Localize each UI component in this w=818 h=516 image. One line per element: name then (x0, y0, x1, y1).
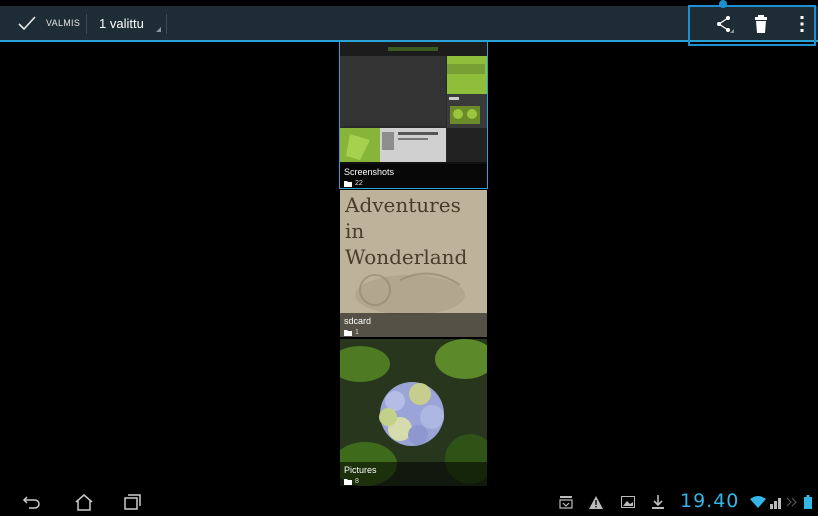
warning-icon[interactable] (588, 494, 604, 510)
done-label: VALMIS (46, 18, 81, 28)
album-name: sdcard (344, 316, 372, 326)
album-count-value: 1 (355, 329, 359, 336)
cover-text: Adventures in Wonderland (345, 192, 487, 270)
album-name: Screenshots (344, 167, 395, 177)
back-icon (22, 496, 40, 509)
album-sdcard[interactable]: Adventures in Wonderland sdcard 1 (340, 190, 487, 337)
album-count-value: 22 (355, 180, 363, 187)
chevron-right-icon (784, 494, 800, 510)
wifi-icon[interactable] (750, 494, 766, 510)
gallery-icon[interactable] (620, 494, 636, 510)
back-button[interactable] (20, 491, 44, 513)
dropdown-indicator-icon (156, 27, 161, 32)
album-name: Pictures (344, 465, 377, 475)
album-count-value: 8 (355, 478, 359, 485)
album-count: 22 (344, 180, 363, 187)
recent-apps-button[interactable] (120, 491, 144, 513)
selection-dropdown[interactable]: 1 valittu (95, 6, 165, 40)
signal-icon[interactable] (768, 494, 784, 510)
selection-label: 1 valittu (99, 15, 144, 31)
battery-icon[interactable] (800, 494, 816, 510)
divider (166, 14, 167, 34)
home-icon (75, 494, 93, 511)
check-icon (18, 16, 36, 31)
recent-apps-icon (124, 494, 141, 510)
divider (86, 14, 87, 34)
cover-line-2: in Wonderland (345, 219, 468, 269)
cover-line-1: Adventures (345, 193, 461, 217)
folder-icon (344, 329, 352, 336)
home-button[interactable] (72, 491, 96, 513)
album-screenshots[interactable]: Screenshots 22 (339, 41, 488, 189)
system-bar: 19.40 (0, 488, 818, 516)
actions-highlight (688, 5, 816, 46)
album-count: 8 (344, 478, 359, 485)
highlight-marker (719, 0, 727, 8)
album-pictures[interactable]: Pictures 8 (340, 339, 487, 486)
album-count: 1 (344, 329, 359, 336)
tray-icon[interactable] (558, 494, 574, 510)
download-icon[interactable] (650, 494, 666, 510)
done-button[interactable]: VALMIS (0, 6, 86, 40)
folder-icon (344, 478, 352, 485)
clock[interactable]: 19.40 (680, 490, 739, 512)
folder-icon (344, 180, 352, 187)
